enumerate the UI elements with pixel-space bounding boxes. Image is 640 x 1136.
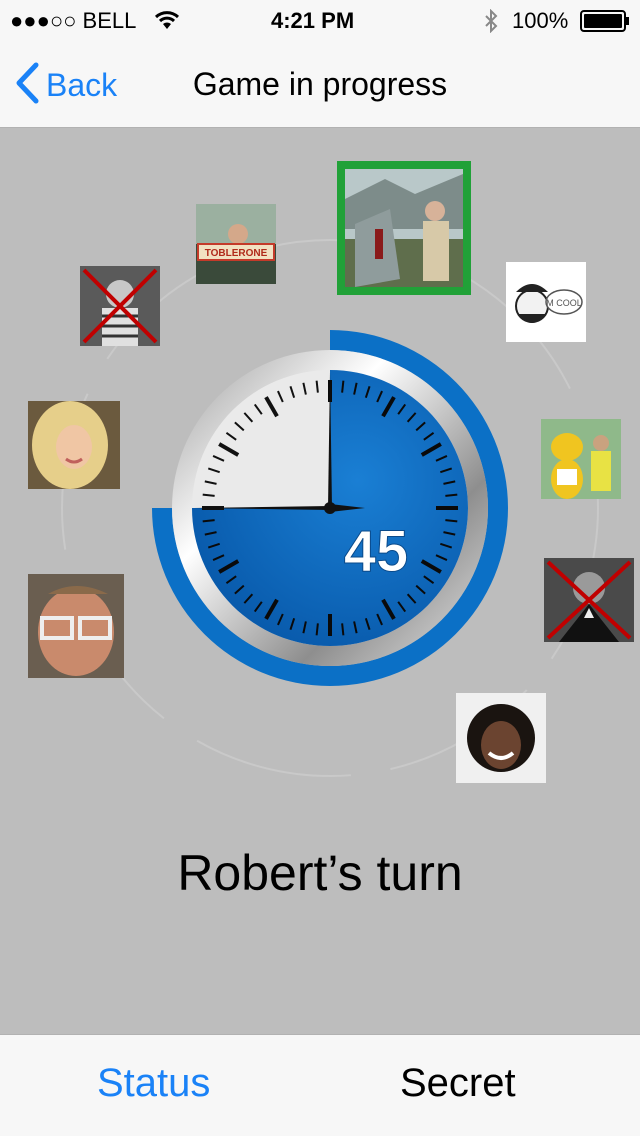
player-avatar-mascot[interactable] xyxy=(541,419,621,499)
wifi-icon xyxy=(154,9,180,37)
player-avatar-active[interactable] xyxy=(337,161,471,295)
turn-indicator: Robert’s turn xyxy=(177,845,463,901)
player-avatar-glasses-man[interactable] xyxy=(28,574,124,678)
bluetooth-icon xyxy=(484,8,498,39)
navigation-bar: Back Game in progress xyxy=(0,42,640,128)
timer-tick xyxy=(341,623,345,636)
player-avatar-blonde[interactable] xyxy=(28,401,120,489)
timer-seconds: 45 xyxy=(344,519,409,584)
tab-bar: Status Secret xyxy=(0,1034,640,1136)
status-bar: ●●●○○ BELL 4:21 PM 100% xyxy=(0,0,640,42)
clock: 4:21 PM xyxy=(271,8,355,33)
battery-icon xyxy=(580,10,630,38)
tab-secret[interactable]: Secret xyxy=(400,1061,516,1106)
timer-tick xyxy=(341,380,345,393)
battery-percent: 100% xyxy=(512,8,569,33)
game-timer: 45 xyxy=(152,330,508,686)
svg-text:TOBLERONE: TOBLERONE xyxy=(205,248,268,259)
timer-tick xyxy=(315,623,319,636)
game-board: 45 M COOL TOBLERONE Robert’s turn xyxy=(0,128,640,1034)
tab-status[interactable]: Status xyxy=(97,1061,210,1106)
player-avatar-cool[interactable]: M COOL xyxy=(506,262,586,342)
timer-tick xyxy=(315,380,319,393)
page-title: Game in progress xyxy=(192,66,448,102)
player-avatar-bw-man[interactable] xyxy=(80,266,160,346)
timer-tick xyxy=(202,493,215,497)
timer-tick xyxy=(445,493,458,497)
timer-tick xyxy=(445,519,458,523)
player-avatar-smiling-woman[interactable] xyxy=(456,693,546,783)
timer-tick xyxy=(202,519,215,523)
svg-text:M COOL: M COOL xyxy=(546,298,582,308)
carrier-label: ●●●○○ BELL xyxy=(10,8,137,33)
player-avatar-tuxedo[interactable] xyxy=(544,558,634,642)
player-avatar-toblerone[interactable]: TOBLERONE xyxy=(196,204,276,284)
